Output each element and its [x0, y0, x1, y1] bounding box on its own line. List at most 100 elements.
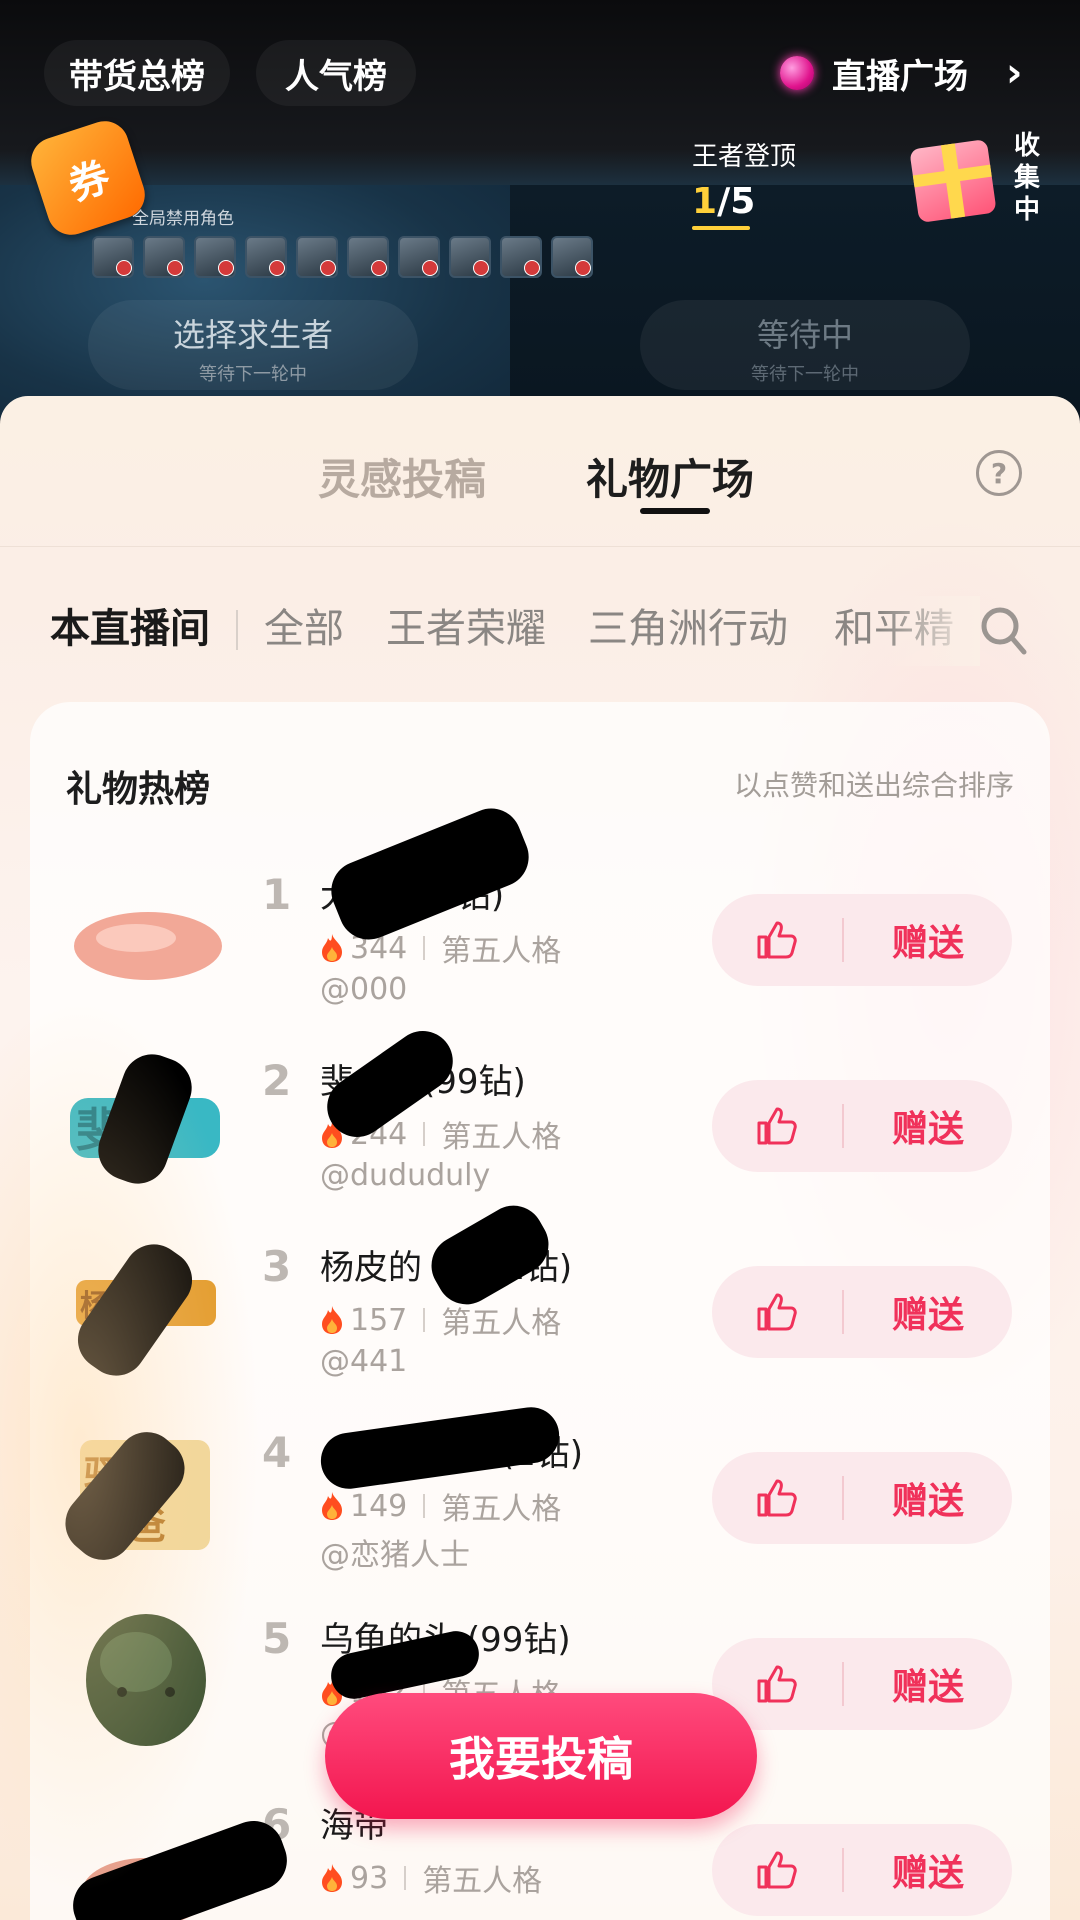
live-stream-area: 带货总榜 人气榜 直播广场 › 券 全局禁用角色 选择求生者 等待下一轮中 等待…: [0, 0, 1080, 420]
gift-row[interactable]: 杨皮 3 杨皮的 (1钻) 157第五人格 @441 赠送: [30, 1194, 1050, 1416]
banned-character-avatar: [551, 236, 593, 278]
category-this-room[interactable]: 本直播间: [50, 596, 210, 654]
king-progress-value: 1/5: [692, 181, 756, 222]
send-button[interactable]: 赠送: [844, 1472, 1012, 1524]
send-button[interactable]: 赠送: [844, 1286, 1012, 1338]
choose-survivor-title: 选择求生者: [172, 316, 333, 354]
waiting-box: 等待中 等待下一轮中: [640, 300, 970, 390]
gift-meta: 93 第五人格: [320, 1856, 542, 1900]
gift-thumbnail: 杨皮: [76, 1280, 216, 1326]
live-plaza-link[interactable]: 直播广场 ›: [780, 40, 1022, 106]
gift-meta: 157 第五人格: [320, 1298, 561, 1342]
banned-character-avatar: [245, 236, 287, 278]
gift-game: 第五人格: [441, 934, 562, 969]
choose-survivor-sub: 等待下一轮中: [199, 364, 307, 385]
send-button[interactable]: 赠送: [844, 1100, 1012, 1152]
tab-popularity-rank[interactable]: 人气榜: [256, 40, 416, 106]
svg-text:杨皮: 杨皮: [80, 1289, 140, 1324]
banned-character-avatar: [347, 236, 389, 278]
gift-creator[interactable]: @恋猪人士: [320, 1530, 470, 1574]
active-tab-indicator: [640, 508, 710, 514]
tab-gift-plaza[interactable]: 礼物广场: [586, 446, 754, 507]
fire-icon: [322, 1492, 342, 1520]
banned-character-avatar: [398, 236, 440, 278]
gift-row[interactable]: 骚 爸 4 爸 (1钻) 149第五人格 @恋猪人士 赠送: [30, 1403, 1050, 1602]
category-separator: [236, 610, 238, 650]
like-button[interactable]: [712, 1080, 842, 1172]
gift-box-icon[interactable]: [909, 138, 997, 224]
banned-character-avatar: [449, 236, 491, 278]
gift-actions: 赠送: [712, 1638, 1012, 1730]
waiting-sub: 等待下一轮中: [751, 364, 859, 385]
choose-survivor-box: 选择求生者 等待下一轮中: [88, 300, 418, 390]
search-icon[interactable]: [978, 602, 1030, 658]
gift-heat: 149: [350, 1488, 408, 1524]
gift-thumbnail: 斐: [70, 1098, 220, 1158]
king-title: 王者登顶: [692, 142, 797, 172]
banned-character-avatar: [143, 236, 185, 278]
gift-rank: 2: [262, 1056, 292, 1105]
thumbs-up-icon: [757, 1665, 797, 1703]
submit-entry-button[interactable]: 我要投稿: [325, 1693, 757, 1819]
gift-rank: 5: [262, 1614, 292, 1663]
banned-characters: [92, 236, 593, 278]
gift-actions: 赠送: [712, 1266, 1012, 1358]
gift-game: 第五人格: [441, 1306, 562, 1341]
tab-inspiration[interactable]: 灵感投稿: [318, 446, 486, 507]
redaction-mark: [64, 1812, 296, 1920]
king-progress-bar: [692, 226, 750, 230]
gift-actions: 赠送: [712, 1824, 1012, 1916]
gift-row[interactable]: 1 大 (1钻) 344第五人格 @000 赠送: [30, 799, 1050, 1044]
gift-meta: 149 第五人格: [320, 1484, 561, 1528]
fire-icon: [322, 934, 342, 962]
coupon-label: 券: [63, 153, 116, 210]
fire-icon: [322, 1864, 342, 1892]
gift-heat: 157: [350, 1302, 408, 1338]
category-fade: [880, 596, 980, 666]
send-button[interactable]: 赠送: [844, 914, 1012, 966]
gift-heat: 93: [350, 1860, 389, 1896]
category-all[interactable]: 全部: [264, 596, 344, 654]
gift-game: 第五人格: [422, 1864, 543, 1899]
gift-creator[interactable]: @441: [320, 1344, 407, 1379]
gift-thumbnail: [86, 1614, 206, 1746]
svg-text:骚: 骚: [84, 1454, 125, 1500]
gift-actions: 赠送: [712, 1452, 1012, 1544]
gift-actions: 赠送: [712, 894, 1012, 986]
card-subtitle: 以点赞和送出综合排序: [733, 769, 1014, 802]
gift-rank: 3: [262, 1242, 292, 1291]
banned-character-avatar: [296, 236, 338, 278]
gift-creator[interactable]: @dududuly: [320, 1158, 490, 1193]
like-button[interactable]: [712, 1266, 842, 1358]
like-button[interactable]: [712, 894, 842, 986]
help-icon[interactable]: ?: [976, 450, 1022, 496]
thumbs-up-icon: [757, 921, 797, 959]
category-delta-force[interactable]: 三角洲行动: [588, 596, 788, 654]
send-button[interactable]: 赠送: [844, 1844, 1012, 1896]
collecting-label: 收集中: [1013, 131, 1040, 225]
king-progress[interactable]: 王者登顶 1/5: [692, 136, 796, 230]
tab-sales-rank[interactable]: 带货总榜: [44, 40, 230, 106]
gift-rank: 4: [262, 1428, 292, 1477]
category-honor-of-kings[interactable]: 王者荣耀: [386, 596, 546, 654]
chevron-right-icon: ›: [1006, 50, 1023, 96]
send-button[interactable]: 赠送: [844, 1658, 1012, 1710]
gift-creator[interactable]: @000: [320, 972, 407, 1007]
thumbs-up-icon: [757, 1293, 797, 1331]
banned-character-avatar: [92, 236, 134, 278]
live-plaza-label: 直播广场: [832, 56, 968, 97]
fire-icon: [322, 1306, 342, 1334]
redaction-mark: [317, 1403, 563, 1493]
thumbs-up-icon: [757, 1479, 797, 1517]
category-bar: 本直播间 全部 王者荣耀 三角洲行动 和平精: [0, 596, 1080, 666]
gift-actions: 赠送: [712, 1080, 1012, 1172]
gift-thumbnail: 骚 爸: [80, 1440, 210, 1550]
gift-rank: 1: [262, 870, 292, 919]
sheet-tabs: 灵感投稿 礼物广场 ?: [0, 396, 1080, 546]
gift-row[interactable]: 斐 2 斐 (99钻) 244 第五人格 @dududuly 赠送: [30, 1019, 1050, 1230]
like-button[interactable]: [712, 1452, 842, 1544]
gift-game: 第五人格: [441, 1492, 562, 1527]
svg-text:斐: 斐: [76, 1103, 122, 1157]
like-button[interactable]: [712, 1824, 842, 1916]
card-title: 礼物热榜: [66, 769, 211, 810]
